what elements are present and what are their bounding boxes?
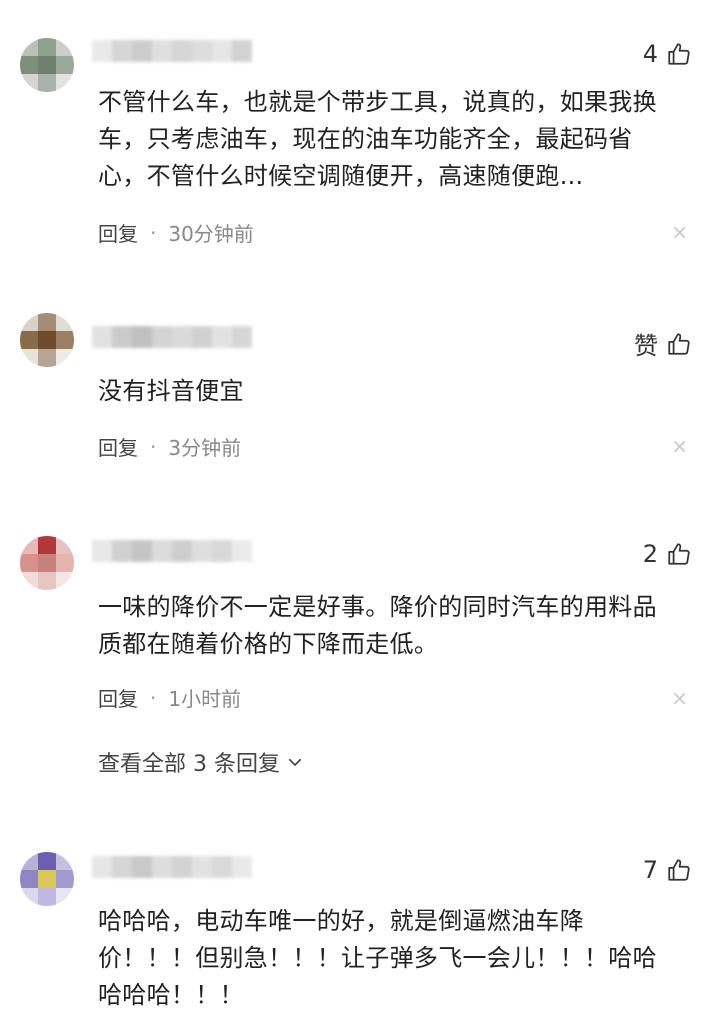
comment-text: 不管什么车，也就是个带步工具，说真的，如果我换 车，只考虑油车，现在的油车功能齐… — [98, 88, 657, 190]
username-blurred[interactable] — [92, 540, 252, 562]
like-count: 4 — [642, 40, 658, 68]
username-blurred[interactable] — [92, 856, 252, 878]
thumbs-up-icon — [668, 859, 690, 881]
comment-meta: 回复 · 3分钟前 — [98, 432, 241, 461]
reply-button[interactable]: 回复 — [98, 432, 138, 461]
comment-text: 一味的降价不一定是好事。降价的同时汽车的用料品 质都在随着价格的下降而走低。 — [98, 593, 657, 658]
thumbs-up-icon — [668, 332, 690, 355]
separator-dot: · — [150, 220, 157, 245]
comment-text: 没有抖音便宜 — [98, 377, 244, 405]
timestamp: 1小时前 — [168, 687, 242, 711]
close-icon[interactable]: × — [671, 686, 688, 710]
avatar[interactable] — [20, 852, 74, 906]
view-all-replies-link[interactable]: 查看全部 3 条回复 — [98, 746, 304, 778]
thumbs-up-icon — [668, 543, 690, 565]
close-icon[interactable]: × — [671, 220, 688, 244]
timestamp: 3分钟前 — [168, 436, 242, 460]
close-icon[interactable]: × — [671, 434, 688, 458]
avatar[interactable] — [20, 38, 74, 92]
like-count: 7 — [642, 856, 658, 884]
username-blurred[interactable] — [92, 326, 252, 348]
comment-text: 哈哈哈，电动车唯一的好，就是倒逼燃油车降 价！！！但别急！！！让子弹多飞一会儿！… — [98, 907, 657, 1009]
comment-meta: 回复 · 30分钟前 — [98, 218, 254, 247]
avatar[interactable] — [20, 313, 74, 367]
reply-button[interactable]: 回复 — [98, 683, 138, 712]
like-button[interactable]: 赞 — [634, 326, 692, 361]
timestamp: 30分钟前 — [168, 222, 254, 246]
view-all-replies-label: 查看全部 3 条回复 — [98, 752, 280, 777]
username-blurred[interactable] — [92, 40, 252, 62]
like-label: 赞 — [634, 332, 658, 360]
comment-meta: 回复 · 1小时前 — [98, 683, 241, 712]
like-count: 2 — [642, 540, 658, 568]
chevron-down-icon — [288, 758, 302, 766]
thumbs-up-icon — [668, 43, 690, 65]
separator-dot: · — [150, 434, 157, 459]
reply-button[interactable]: 回复 — [98, 218, 138, 247]
separator-dot: · — [150, 685, 157, 710]
like-button[interactable]: 7 — [643, 856, 692, 884]
like-button[interactable]: 4 — [643, 40, 692, 68]
like-button[interactable]: 2 — [643, 540, 692, 568]
avatar[interactable] — [20, 536, 74, 590]
